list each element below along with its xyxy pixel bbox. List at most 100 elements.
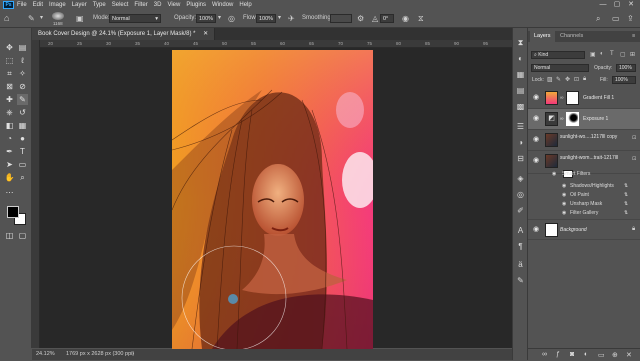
new-layer-icon[interactable]: ⊕ [612,351,618,359]
rectangle-tool-icon[interactable]: ▭ [17,159,28,170]
screen-mode-icon[interactable]: ▢ [17,230,28,241]
mode-select[interactable]: Normal ▾ [109,14,161,23]
filter-smart-icon[interactable]: ⊞ [630,51,635,58]
angle-icon[interactable]: ◬ [372,13,378,24]
fill-field[interactable]: 100% [612,76,636,84]
menu-view[interactable]: View [167,2,180,8]
gear-icon[interactable]: ⚙ [357,13,364,24]
menu-type[interactable]: Type [93,2,106,8]
paragraph-icon[interactable]: ¶ [516,242,525,251]
symmetry-icon[interactable]: ⧖ [418,13,424,24]
menu-select[interactable]: Select [112,2,129,8]
layer-name[interactable]: sunlight-wom...trait-1217lll [560,155,618,161]
history-icon[interactable]: ⧗ [516,38,525,47]
pen-tool-icon[interactable]: ✒ [4,146,15,157]
visibility-eye-icon[interactable]: ◉ [552,169,556,179]
add-mask-icon[interactable]: ◙ [570,351,574,358]
color-icon[interactable]: ◐ [516,54,525,63]
trash-icon[interactable]: ✕ [626,351,632,359]
lock-all-icon[interactable]: 🔒︎ [583,76,586,83]
visibility-eye-icon[interactable]: ◉ [533,226,540,233]
swatches-icon[interactable]: ▦ [516,70,525,79]
glyphs-icon[interactable]: ä [516,260,525,269]
chevron-down-icon[interactable]: ▾ [218,13,221,24]
lock-image-icon[interactable]: ✎ [556,76,561,83]
canvas-image[interactable] [172,50,373,349]
pressure-size-icon[interactable]: ◉ [402,13,409,24]
visibility-eye-icon[interactable]: ◉ [533,136,540,143]
menu-help[interactable]: Help [239,2,251,8]
chevron-down-icon[interactable]: ▾ [278,13,281,24]
filter-kind-select[interactable]: ⌕ Kind [531,51,585,59]
menu-file[interactable]: File [17,2,27,8]
filter-row-filter-gallery[interactable]: ◉ Filter Gallery ⇅ [528,208,640,218]
channels-icon[interactable]: ◎ [516,190,525,199]
tab-channels[interactable]: Channels [556,31,587,42]
brush-tool-icon[interactable]: ✎ [28,13,35,24]
character-icon[interactable]: A [516,226,525,235]
tab-layers[interactable]: Layers [530,31,555,42]
blur-tool-icon[interactable]: ◔ [4,133,15,144]
layer-row-background[interactable]: ◉ Background 🔒︎ [528,219,640,240]
layer-opacity-field[interactable]: 100% [616,64,636,72]
flow-field[interactable]: 100% [256,14,276,23]
zoom-tool-icon[interactable]: ⌕ [17,172,28,183]
foreground-color-swatch[interactable] [7,206,19,218]
share-icon[interactable]: ⇪ [627,13,634,24]
angle-field[interactable]: 0° [380,14,394,23]
gradient-tool-icon[interactable]: ▦ [17,120,28,131]
dodge-tool-icon[interactable]: ● [17,133,28,144]
layer-row-exposure[interactable]: ◉ ◩ ∞ Exposure 1 [528,109,640,130]
search-icon[interactable]: ⌕ [596,13,600,24]
workspace-icon[interactable]: ▭ [612,13,620,24]
menu-filter[interactable]: Filter [134,2,147,8]
zoom-level[interactable]: 24.12% [36,349,55,360]
close-button[interactable]: ✕ [624,0,638,10]
layer-mask-thumbnail[interactable] [566,91,579,105]
group-icon[interactable]: ▭ [598,351,605,359]
panel-menu-icon[interactable]: ≡ [628,31,639,42]
opacity-field[interactable]: 100% [196,14,216,23]
blend-mode-select[interactable]: Normal [531,64,589,72]
filter-shape-icon[interactable]: ▢ [620,51,626,58]
ruler-horizontal[interactable]: 20 25 30 35 40 45 50 55 60 65 70 75 80 85 90 95 [40,40,512,48]
minimize-button[interactable]: — [596,0,610,10]
ruler-vertical[interactable] [32,40,40,348]
close-icon[interactable]: ✕ [203,31,208,37]
eraser-icon[interactable]: ◧ [4,120,15,131]
libraries-icon[interactable]: ⊟ [516,154,525,163]
eyedropper-icon[interactable]: ⊘ [17,81,28,92]
layer-row-sunlight-copy[interactable]: ◉ sunlight-wo....1217lll copy ⊡ [528,130,640,151]
pressure-opacity-icon[interactable]: ◎ [228,13,235,24]
adjustment-layer-icon[interactable]: ◐ [584,351,588,358]
chain-link-icon[interactable]: ∞ [560,95,564,101]
filter-options-icon[interactable]: ⇅ [624,208,628,218]
visibility-eye-icon[interactable]: ◉ [562,208,566,218]
layer-style-icon[interactable]: ƒ [556,351,560,358]
lock-icon[interactable]: 🔒︎ [632,226,635,233]
lasso-tool-icon[interactable]: ℓ [17,55,28,66]
properties-icon[interactable]: ☰ [516,122,525,131]
layer-name[interactable]: Gradient Fill 1 [583,95,614,101]
layer-name[interactable]: Background [560,227,587,233]
maximize-button[interactable]: ▢ [610,0,624,10]
menu-plugins[interactable]: Plugins [186,2,206,8]
layer-name[interactable]: sunlight-wo....1217lll copy [560,134,617,140]
frame-tool-icon[interactable]: ⊠ [4,81,15,92]
gradients-icon[interactable]: ▤ [516,86,525,95]
menu-layer[interactable]: Layer [72,2,87,8]
lock-transparent-icon[interactable]: ▨ [547,76,553,83]
chain-link-icon[interactable]: ∞ [560,116,564,122]
paths-icon[interactable]: ✐ [516,206,525,215]
marquee-tool-icon[interactable]: ⬚ [4,55,15,66]
chevron-down-icon[interactable]: ▾ [40,13,43,24]
link-layers-icon[interactable]: ∞ [542,351,547,358]
filter-adjustment-icon[interactable]: ◐ [600,51,604,57]
menu-3d[interactable]: 3D [154,2,162,8]
layer-row-gradient-fill[interactable]: ◉ ∞ Gradient Fill 1 [528,88,640,109]
visibility-eye-icon[interactable]: ◉ [533,94,540,101]
path-selection-icon[interactable]: ➤ [4,159,15,170]
home-icon[interactable]: ⌂ [4,13,9,24]
spot-healing-icon[interactable]: ✚ [4,94,15,105]
quick-mask-icon[interactable]: ◫ [4,230,15,241]
